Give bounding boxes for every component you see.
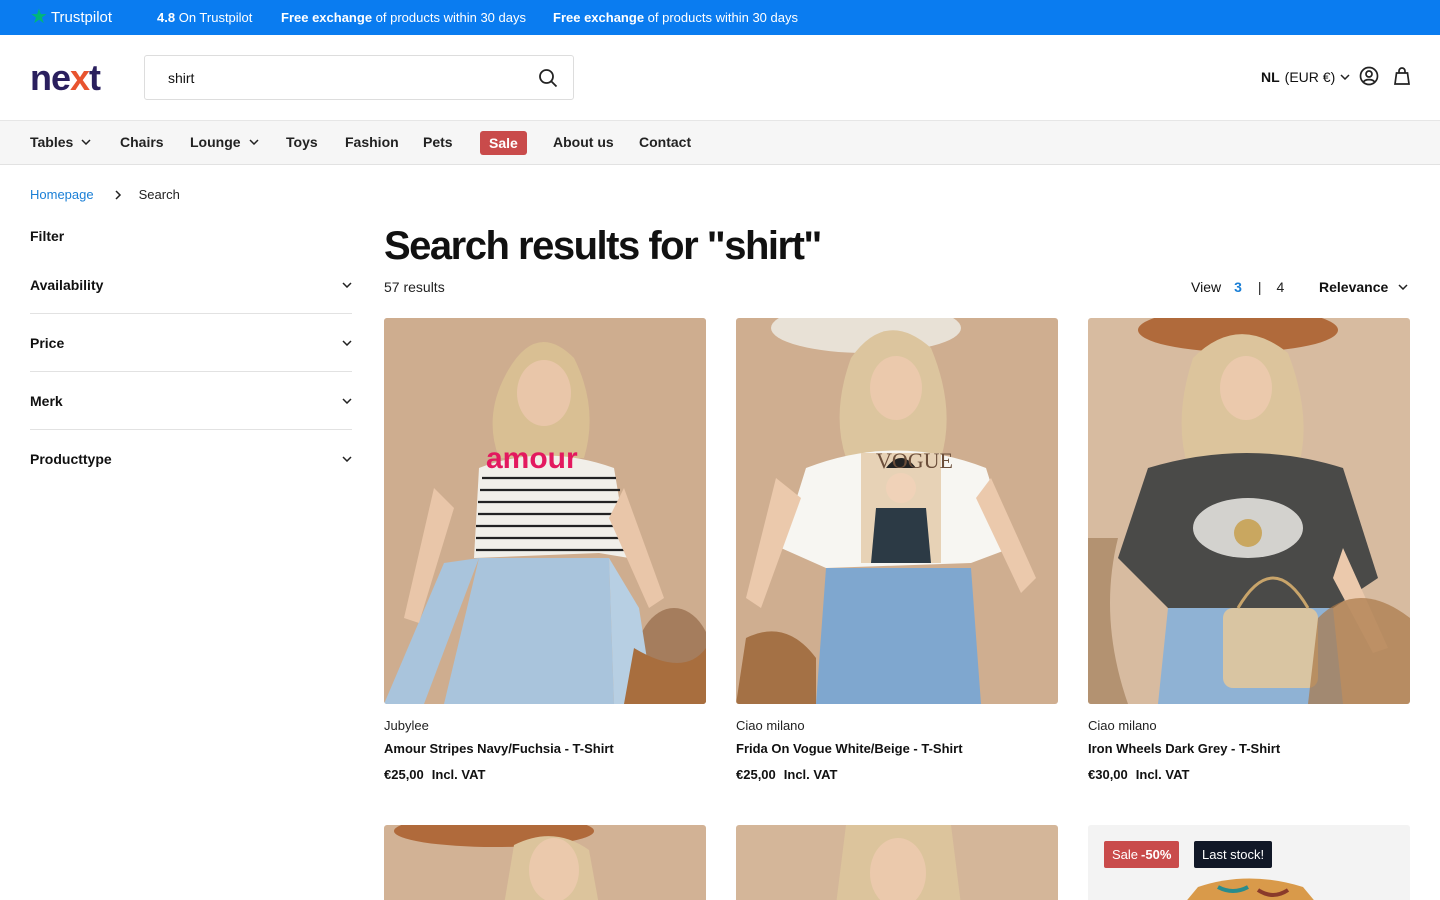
last-stock-badge: Last stock! bbox=[1194, 841, 1273, 868]
chevron-down-icon bbox=[342, 339, 352, 346]
breadcrumb-home-link[interactable]: Homepage bbox=[30, 187, 94, 202]
filter-heading: Filter bbox=[30, 228, 65, 244]
promo-exchange-1: Free exchange of products within 30 days bbox=[281, 10, 526, 25]
product-card[interactable] bbox=[736, 825, 1058, 900]
nav-item-lounge[interactable]: Lounge bbox=[190, 134, 259, 150]
filter-merk[interactable]: Merk bbox=[30, 372, 352, 430]
product-image[interactable]: amour bbox=[384, 318, 706, 704]
shopping-bag-icon[interactable] bbox=[1392, 66, 1412, 86]
sale-badge: Sale -50% bbox=[1104, 841, 1180, 868]
promo-exchange-2: Free exchange of products within 30 days bbox=[553, 10, 798, 25]
trustpilot-rating: 4.8 On Trustpilot bbox=[157, 10, 253, 25]
chevron-down-icon bbox=[342, 456, 352, 462]
nav-item-sale[interactable]: Sale bbox=[480, 131, 527, 155]
view-option-3[interactable]: 3 bbox=[1234, 279, 1242, 295]
sort-dropdown[interactable]: Relevance bbox=[1319, 279, 1408, 295]
view-divider: | bbox=[1257, 279, 1262, 295]
region-currency-selector[interactable]: NL (EUR €) bbox=[1261, 69, 1350, 85]
product-brand: Jubylee bbox=[384, 718, 429, 733]
main-nav: Tables Chairs Lounge Toys Fashion Pets S… bbox=[0, 121, 1440, 165]
account-icon[interactable] bbox=[1359, 66, 1379, 86]
trustpilot-logo[interactable]: ★ Trustpilot bbox=[30, 6, 112, 28]
filter-price[interactable]: Price bbox=[30, 314, 352, 372]
search-bar bbox=[144, 55, 574, 100]
filter-producttype[interactable]: Producttype bbox=[30, 430, 352, 488]
site-logo[interactable]: next bbox=[30, 57, 101, 99]
chevron-down-icon bbox=[1398, 284, 1408, 290]
view-toggle: View 3 | 4 bbox=[1191, 279, 1285, 295]
chevron-down-icon bbox=[342, 397, 352, 404]
nav-item-pets[interactable]: Pets bbox=[423, 134, 453, 150]
product-image[interactable] bbox=[1088, 318, 1410, 704]
product-brand: Ciao milano bbox=[736, 718, 805, 733]
nav-item-chairs[interactable]: Chairs bbox=[120, 134, 164, 150]
product-image[interactable]: VOGUE bbox=[736, 318, 1058, 704]
svg-text:VOGUE: VOGUE bbox=[876, 448, 953, 473]
chevron-right-icon bbox=[115, 189, 121, 200]
product-card[interactable] bbox=[384, 825, 706, 900]
svg-text:amour: amour bbox=[486, 442, 578, 475]
product-name[interactable]: Amour Stripes Navy/Fuchsia - T-Shirt bbox=[384, 741, 614, 756]
view-option-4[interactable]: 4 bbox=[1277, 279, 1285, 295]
product-image[interactable] bbox=[384, 825, 706, 900]
site-header: next NL (EUR €) bbox=[0, 35, 1440, 121]
chevron-down-icon bbox=[81, 139, 91, 145]
chevron-down-icon bbox=[1340, 74, 1350, 80]
filter-availability[interactable]: Availability bbox=[30, 256, 352, 314]
nav-item-toys[interactable]: Toys bbox=[286, 134, 318, 150]
search-icon[interactable] bbox=[538, 68, 558, 88]
product-price: €25,00 Incl. VAT bbox=[736, 767, 838, 782]
product-name[interactable]: Iron Wheels Dark Grey - T-Shirt bbox=[1088, 741, 1280, 756]
breadcrumb: Homepage Search bbox=[30, 187, 180, 202]
nav-item-contact[interactable]: Contact bbox=[639, 134, 691, 150]
promo-bar: ★ Trustpilot 4.8 On Trustpilot Free exch… bbox=[0, 0, 1440, 35]
product-name[interactable]: Frida On Vogue White/Beige - T-Shirt bbox=[736, 741, 963, 756]
results-count: 57 results bbox=[384, 279, 445, 295]
product-brand: Ciao milano bbox=[1088, 718, 1157, 733]
product-price: €25,00 Incl. VAT bbox=[384, 767, 486, 782]
product-price: €30,00 Incl. VAT bbox=[1088, 767, 1190, 782]
chevron-down-icon bbox=[249, 139, 259, 145]
product-image[interactable] bbox=[736, 825, 1058, 900]
nav-item-about-us[interactable]: About us bbox=[553, 134, 614, 150]
nav-item-tables[interactable]: Tables bbox=[30, 134, 91, 150]
nav-item-fashion[interactable]: Fashion bbox=[345, 134, 399, 150]
trustpilot-star-icon: ★ bbox=[30, 6, 48, 28]
product-card[interactable]: Sale -50% Last stock! bbox=[1088, 825, 1410, 900]
search-input[interactable] bbox=[168, 69, 528, 86]
chevron-down-icon bbox=[342, 281, 352, 288]
breadcrumb-current: Search bbox=[138, 187, 180, 202]
page-title: Search results for "shirt" bbox=[384, 224, 822, 268]
